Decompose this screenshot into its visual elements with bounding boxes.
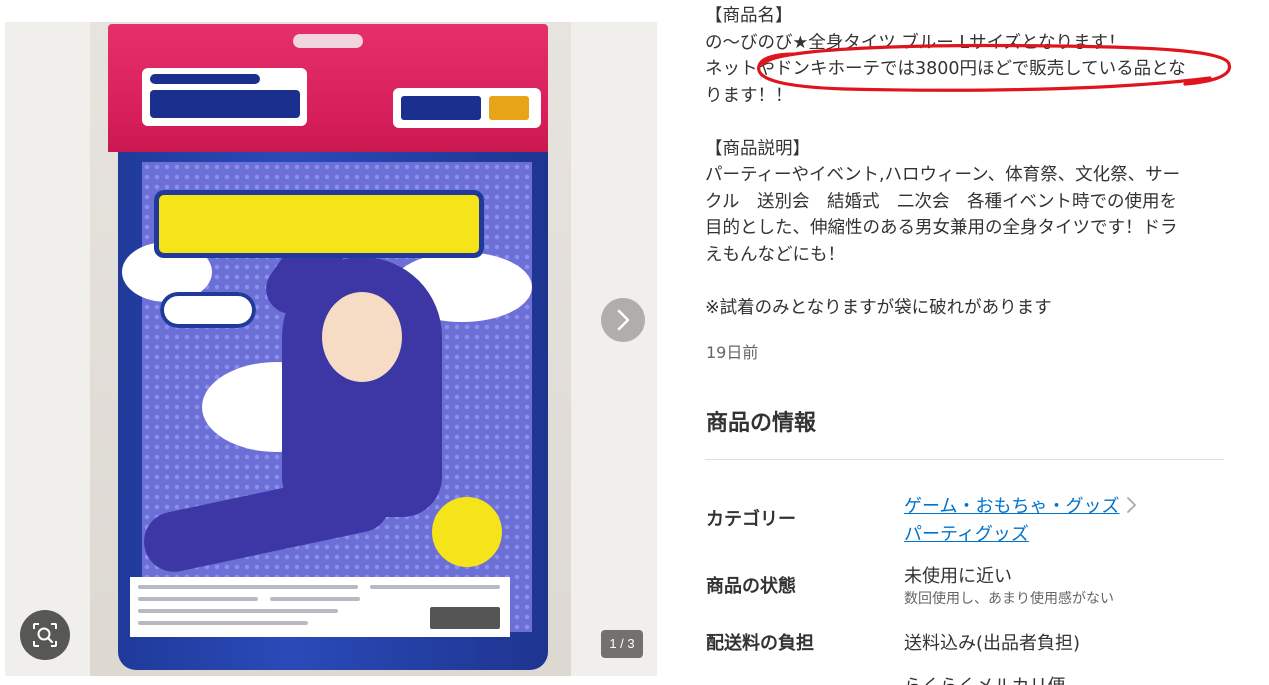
chevron-right-icon bbox=[617, 309, 630, 331]
shipping-value: 送料込み(出品者負担) bbox=[904, 633, 1081, 654]
category-link-party-goods[interactable]: パーティグッズ bbox=[904, 520, 1119, 546]
condition-label: 商品の状態 bbox=[706, 576, 796, 597]
next-image-button[interactable] bbox=[601, 298, 645, 342]
section-divider bbox=[705, 459, 1224, 460]
condition-value: 未使用に近い bbox=[904, 566, 1012, 587]
product-photo[interactable] bbox=[90, 22, 571, 676]
image-carousel[interactable]: 1 / 3 bbox=[5, 22, 657, 676]
package-header-illustration bbox=[108, 24, 548, 152]
image-search-icon bbox=[33, 623, 57, 647]
desc-blank-line bbox=[705, 109, 1225, 136]
condition-description: 数回使用し、あまり使用感がない bbox=[904, 591, 1114, 607]
shipping-label: 配送料の負担 bbox=[706, 633, 814, 654]
desc-line: ります！！ bbox=[705, 85, 793, 106]
desc-line: 目的とした、伸縮性のある男女兼用の全身タイツです！ドラ bbox=[705, 218, 1178, 238]
item-info-heading: 商品の情報 bbox=[706, 411, 817, 436]
desc-line: パーティーやイベント,ハロウィーン、体育祭、文化祭、サー bbox=[705, 165, 1181, 185]
item-description: 【商品名】 の〜びのび★全身タイツ ブルー Lサイズとなります！ ネットやドンキ… bbox=[705, 3, 1225, 321]
image-counter: 1 / 3 bbox=[601, 630, 643, 658]
category-link-games-toys[interactable]: ゲーム・おもちゃ・グッズ bbox=[904, 492, 1119, 518]
desc-line: ※試着のみとなりますが袋に破れがあります bbox=[705, 297, 1052, 318]
desc-line: 【商品説明】 bbox=[705, 138, 810, 159]
desc-line: えもんなどにも！ bbox=[705, 244, 845, 265]
package-card-illustration bbox=[122, 162, 532, 632]
desc-line: 【商品名】 bbox=[705, 6, 793, 26]
desc-blank-line bbox=[705, 268, 1225, 295]
shipping-method-value: らくらくメルカリ便 bbox=[904, 672, 1065, 685]
desc-line: の〜びのび★全身タイツ ブルー Lサイズとなります！ bbox=[705, 32, 1126, 53]
chevron-right-icon[interactable] bbox=[1125, 496, 1137, 514]
desc-line: ネットやドンキホーテでは3800円ほどで販売している品とな bbox=[705, 59, 1186, 79]
desc-line: クル 送別会 結婚式 二次会 各種イベント時での使用を bbox=[705, 191, 1177, 212]
category-label: カテゴリー bbox=[706, 509, 796, 530]
package-barcode-label bbox=[130, 577, 510, 637]
category-links: ゲーム・おもちゃ・グッズ パーティグッズ bbox=[904, 492, 1119, 546]
image-search-button[interactable] bbox=[20, 610, 70, 660]
posted-time: 19日前 bbox=[706, 343, 759, 362]
